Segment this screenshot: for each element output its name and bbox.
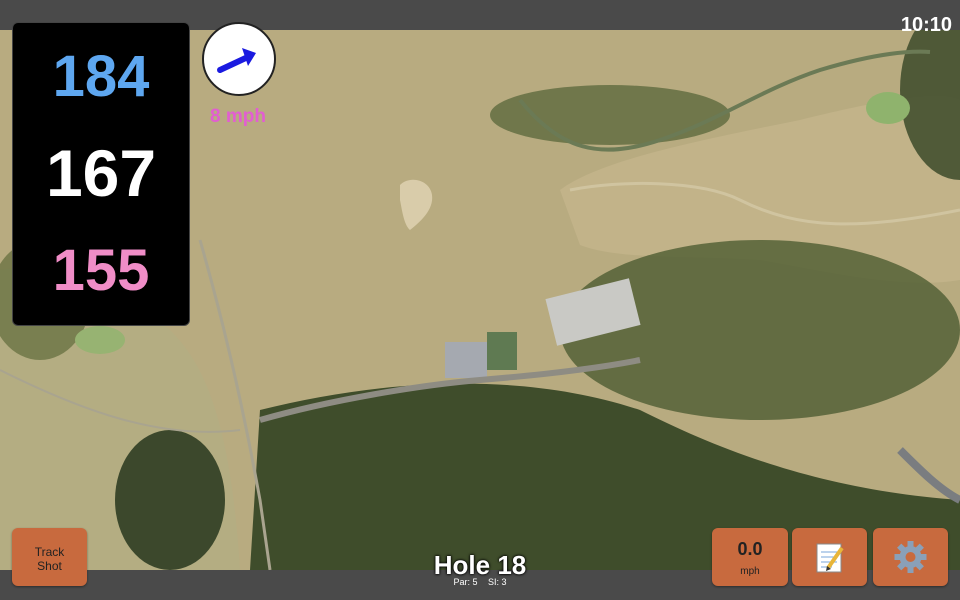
wind-dial[interactable] — [202, 22, 276, 96]
wind-speed: 8 mph — [210, 106, 266, 127]
notes-button[interactable] — [792, 528, 867, 586]
speed-unit: mph — [740, 566, 760, 577]
notepad-icon — [816, 543, 844, 573]
hole-meta: Par: 5 SI: 3 — [380, 577, 580, 587]
wind-arrow-icon — [217, 48, 256, 73]
status-clock: 10:10 — [900, 14, 952, 36]
track-shot-label-line1: Track — [34, 545, 65, 559]
hole-stroke-index: SI: 3 — [488, 577, 507, 587]
track-shot-button[interactable]: Track Shot — [12, 528, 87, 586]
settings-button[interactable] — [873, 528, 948, 586]
speed-button[interactable]: 0.0 mph — [712, 528, 788, 586]
gear-icon — [894, 541, 927, 573]
track-shot-label-line2: Shot — [37, 559, 62, 573]
distance-panel[interactable]: 184 167 155 — [12, 22, 190, 326]
distance-back: 184 — [52, 44, 150, 109]
speed-value: 0.0 — [737, 539, 763, 559]
distance-front: 155 — [52, 238, 150, 303]
distance-middle: 167 — [45, 136, 157, 210]
hole-par: Par: 5 — [453, 577, 478, 587]
